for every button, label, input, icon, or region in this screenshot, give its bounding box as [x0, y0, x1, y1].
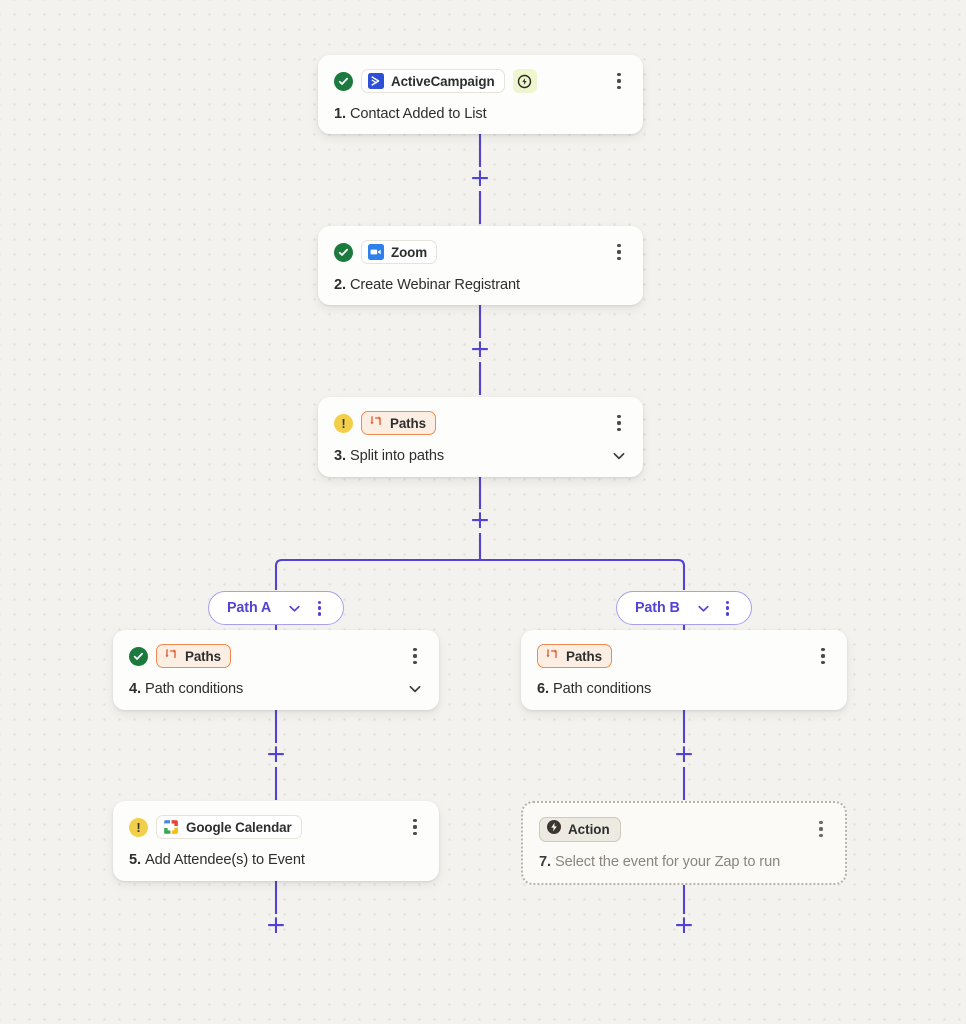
chevron-down-icon[interactable]	[611, 448, 627, 464]
app-name-label: Paths	[566, 649, 602, 664]
step-card-7[interactable]: Action 7. Select the event for your Zap …	[521, 801, 847, 885]
app-name-label: Action	[568, 822, 610, 837]
add-step-after-4[interactable]: +	[264, 743, 288, 767]
step-number: 3.	[334, 448, 350, 464]
warning-circle-icon: !	[334, 414, 353, 433]
add-step-after-1[interactable]: +	[468, 167, 492, 191]
step-6-title: 6. Path conditions	[537, 681, 831, 697]
chevron-down-icon[interactable]	[696, 601, 711, 616]
step-number: 6.	[537, 681, 553, 697]
warning-circle-icon: !	[129, 818, 148, 837]
zap-editor-canvas: + + + + + + + ActiveCampaign 1. Contact …	[0, 0, 966, 1024]
step-title-text: Path conditions	[145, 681, 243, 697]
check-circle-icon	[334, 72, 353, 91]
path-label: Path A	[227, 600, 271, 616]
kebab-menu-icon[interactable]	[815, 647, 831, 665]
action-bolt-icon	[546, 819, 562, 840]
add-step-after-5[interactable]: +	[264, 914, 288, 938]
step-title-text: Split into paths	[350, 448, 444, 464]
step-title-text: Path conditions	[553, 681, 651, 697]
step-number: 1.	[334, 106, 350, 122]
add-step-after-3[interactable]: +	[468, 509, 492, 533]
add-step-after-7[interactable]: +	[672, 914, 696, 938]
step-5-title: 5. Add Attendee(s) to Event	[129, 852, 423, 868]
kebab-menu-icon[interactable]	[611, 72, 627, 90]
step-1-header: ActiveCampaign	[334, 69, 627, 93]
step-3-title: 3. Split into paths	[334, 448, 627, 464]
step-4-header: Paths	[129, 644, 423, 668]
kebab-menu-icon[interactable]	[721, 600, 735, 617]
step-title-text: Create Webinar Registrant	[350, 277, 520, 293]
step-1-title: 1. Contact Added to List	[334, 106, 627, 122]
path-pill-a[interactable]: Path A	[208, 591, 344, 625]
step-7-header: Action	[539, 817, 829, 841]
kebab-menu-icon[interactable]	[407, 818, 423, 836]
paths-icon	[164, 647, 178, 666]
step-card-5[interactable]: ! Google Calendar 5. Add Atten	[113, 801, 439, 881]
step-card-2[interactable]: Zoom 2. Create Webinar Registrant	[318, 226, 643, 305]
app-badge-paths: Paths	[537, 644, 612, 668]
step-6-header: Paths	[537, 644, 831, 668]
step-5-header: ! Google Calendar	[129, 815, 423, 839]
path-pill-b[interactable]: Path B	[616, 591, 752, 625]
step-2-title: 2. Create Webinar Registrant	[334, 277, 627, 293]
activecampaign-icon	[368, 73, 384, 89]
step-number: 2.	[334, 277, 350, 293]
step-number: 7.	[539, 854, 555, 870]
step-4-title: 4. Path conditions	[129, 681, 423, 697]
bolt-icon	[513, 69, 537, 93]
app-badge-activecampaign: ActiveCampaign	[361, 69, 505, 93]
app-name-label: ActiveCampaign	[391, 74, 495, 89]
action-badge: Action	[539, 817, 621, 842]
app-name-label: Paths	[390, 416, 426, 431]
step-card-1[interactable]: ActiveCampaign 1. Contact Added to List	[318, 55, 643, 134]
app-badge-paths: Paths	[156, 644, 231, 668]
chevron-down-icon[interactable]	[287, 601, 302, 616]
app-badge-paths: Paths	[361, 411, 436, 435]
app-name-label: Paths	[185, 649, 221, 664]
kebab-menu-icon[interactable]	[407, 647, 423, 665]
step-card-4[interactable]: Paths 4. Path conditions	[113, 630, 439, 710]
kebab-menu-icon[interactable]	[312, 600, 326, 617]
paths-icon	[545, 647, 559, 666]
add-step-after-2[interactable]: +	[468, 338, 492, 362]
zoom-icon	[368, 244, 384, 260]
path-label: Path B	[635, 600, 680, 616]
add-step-after-6[interactable]: +	[672, 743, 696, 767]
app-name-label: Google Calendar	[186, 820, 292, 835]
step-title-text: Add Attendee(s) to Event	[145, 852, 305, 868]
app-badge-zoom: Zoom	[361, 240, 437, 264]
step-title-text: Contact Added to List	[350, 106, 487, 122]
google-calendar-icon	[163, 819, 179, 835]
step-3-header: ! Paths	[334, 411, 627, 435]
chevron-down-icon[interactable]	[407, 681, 423, 697]
check-circle-icon	[334, 243, 353, 262]
kebab-menu-icon[interactable]	[813, 820, 829, 838]
paths-icon	[369, 414, 383, 433]
step-card-3[interactable]: ! Paths 3. Split into paths	[318, 397, 643, 477]
step-number: 4.	[129, 681, 145, 697]
check-circle-icon	[129, 647, 148, 666]
step-card-6[interactable]: Paths 6. Path conditions	[521, 630, 847, 710]
step-2-header: Zoom	[334, 240, 627, 264]
kebab-menu-icon[interactable]	[611, 414, 627, 432]
step-number: 5.	[129, 852, 145, 868]
app-badge-google-calendar: Google Calendar	[156, 815, 302, 839]
step-7-title: 7. Select the event for your Zap to run	[539, 854, 829, 870]
step-title-text: Select the event for your Zap to run	[555, 854, 780, 870]
app-name-label: Zoom	[391, 245, 427, 260]
kebab-menu-icon[interactable]	[611, 243, 627, 261]
